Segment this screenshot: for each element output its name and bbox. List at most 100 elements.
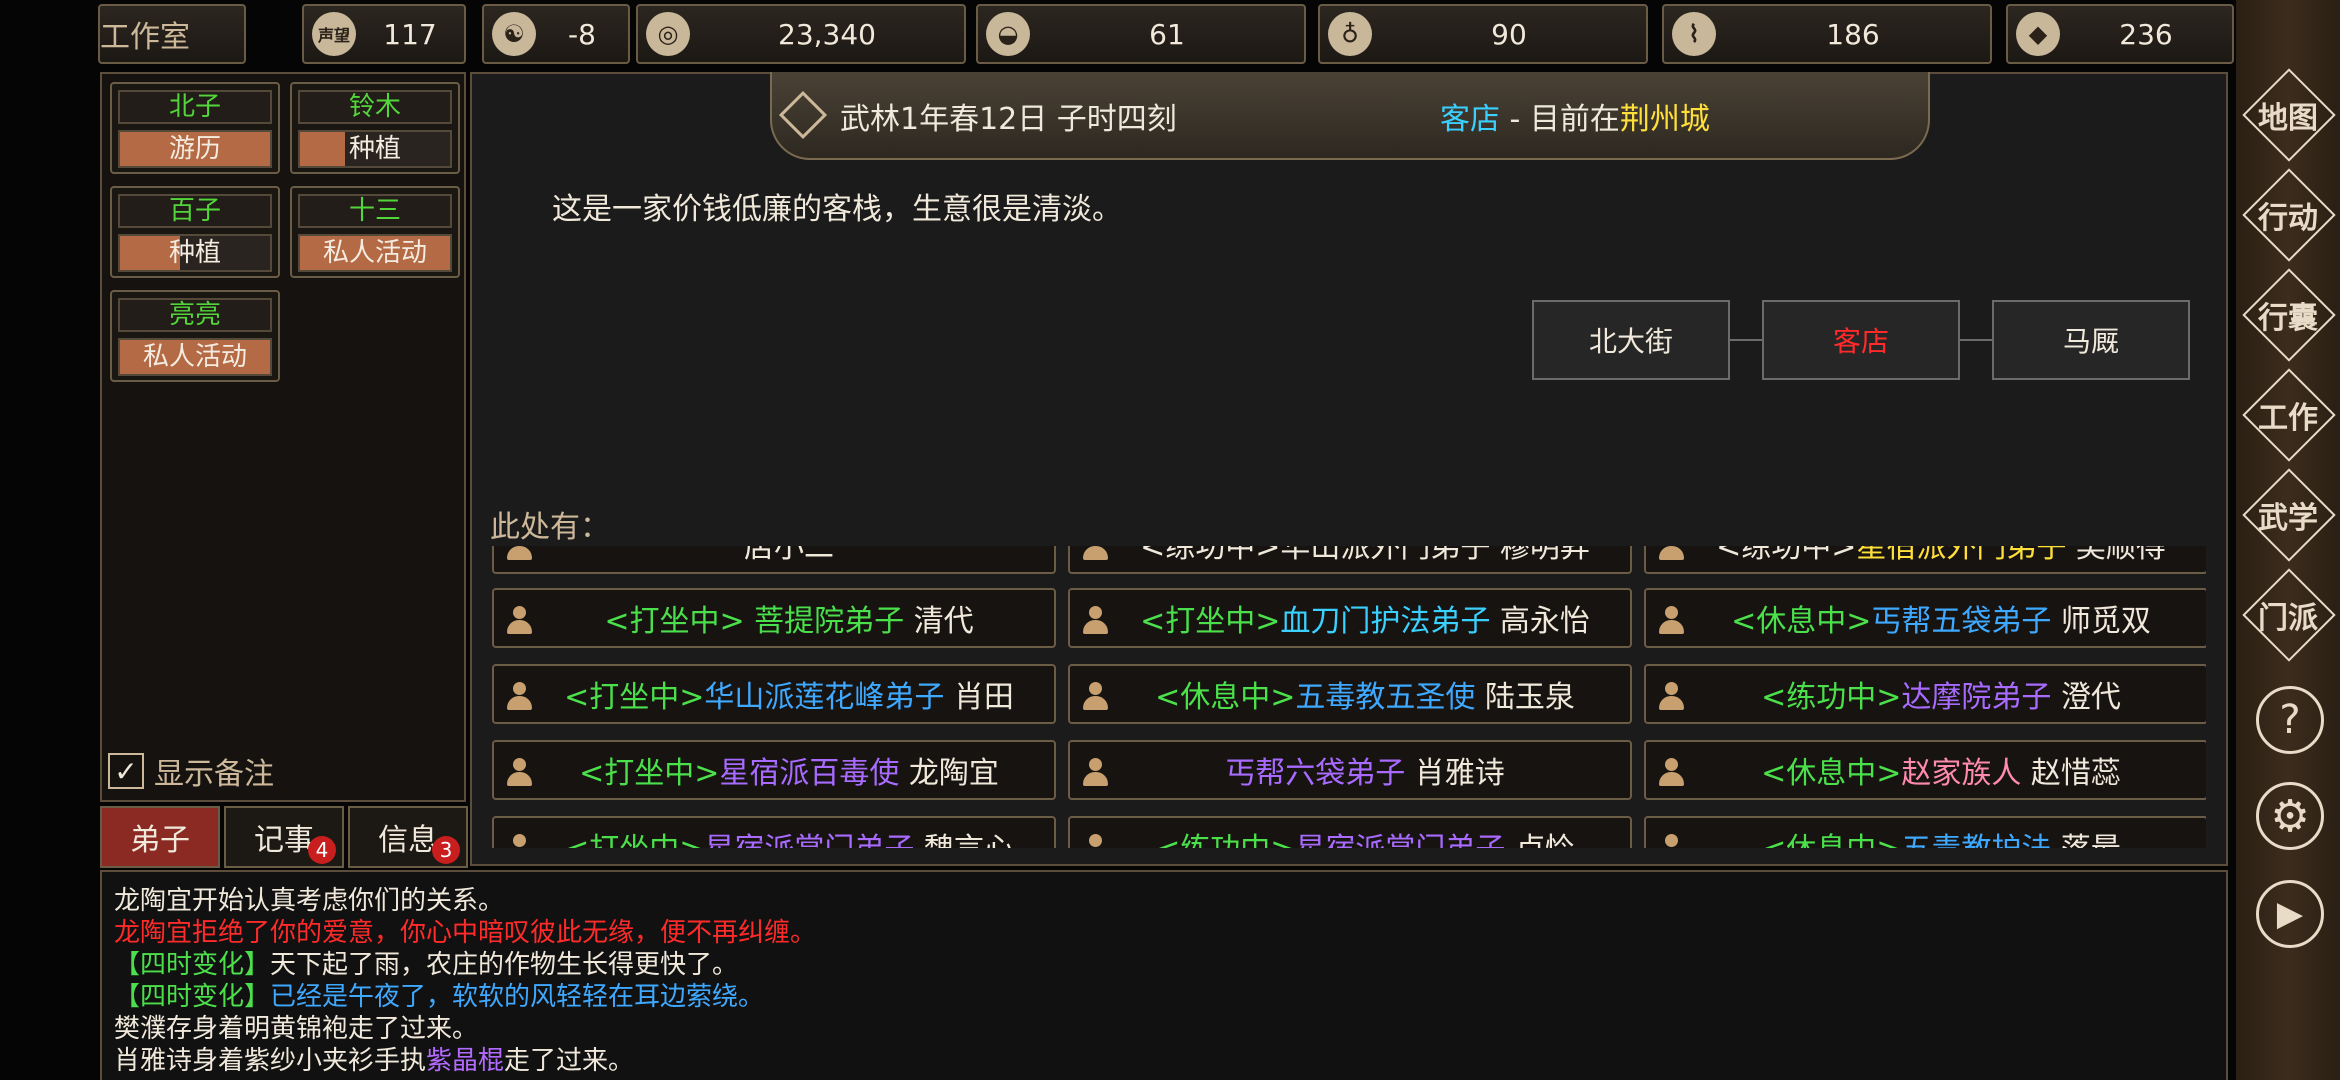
nav-current-inn[interactable]: 客店: [1762, 300, 1960, 380]
npc-entry[interactable]: <休息中>赵家族人 赵惜蕊: [1644, 740, 2206, 800]
stat-prestige[interactable]: 声望 117: [302, 4, 466, 64]
npc-entry[interactable]: <打坐中>华山派莲花峰弟子 肖田: [492, 664, 1056, 724]
npc-name: 赵惜蕊: [2030, 756, 2121, 791]
nav-connector: [1730, 339, 1762, 341]
npc-state: <休息中>: [1761, 832, 1901, 848]
stat-wine[interactable]: ♁ 90: [1318, 4, 1648, 64]
show-remark-toggle[interactable]: ✓ 显示备注: [108, 748, 274, 794]
activity-label: 游历: [168, 134, 221, 164]
npc-state: <打坐中>: [564, 832, 704, 848]
stat-ore[interactable]: ◆ 236: [2006, 4, 2234, 64]
npc-state: <练功中>: [1155, 832, 1295, 848]
person-icon: [1658, 606, 1684, 636]
menu-work[interactable]: 工作: [2242, 368, 2336, 462]
studio-button[interactable]: 工作室: [98, 4, 246, 64]
npc-title: 丐帮五袋弟子: [1871, 604, 2052, 639]
wood-log-icon: ⌇: [1672, 12, 1716, 56]
stat-value: 186: [1826, 17, 1880, 51]
tab-label: 信息: [378, 823, 438, 858]
npc-entry[interactable]: <练功中>星宿派外门弟子 吴顺得: [1644, 546, 2206, 574]
menu-sect[interactable]: 门派: [2242, 568, 2336, 662]
npc-name: 魏言心: [924, 832, 1014, 848]
disciple-card[interactable]: 百子 种植: [110, 186, 280, 278]
person-icon: [506, 606, 532, 636]
npc-state: <练功中>: [1716, 546, 1857, 565]
here-label: 此处有：: [490, 510, 610, 545]
npc-entry[interactable]: <休息中>丐帮五袋弟子 师觅双: [1644, 588, 2206, 648]
disciple-activity: 游历: [118, 130, 272, 168]
npc-state: <练功中>: [1761, 680, 1902, 715]
nav-connector: [1960, 339, 1992, 341]
menu-label: 行囊: [2258, 301, 2318, 336]
location-description: 这是一家价钱低廉的客栈，生意很是清淡。: [552, 192, 1122, 227]
npc-name: 肖田: [953, 680, 1014, 715]
person-icon: [1082, 834, 1108, 848]
person-icon: [1082, 606, 1108, 636]
npc-entry[interactable]: 丐帮六袋弟子 肖雅诗: [1068, 740, 1632, 800]
npc-entry[interactable]: <练功中>星宿派掌门弟子 卢怜: [1068, 816, 1632, 848]
log-item: 紫晶棍: [426, 1046, 505, 1076]
gear-icon[interactable]: ⚙: [2256, 782, 2324, 850]
npc-entry[interactable]: <休息中>五毒教五圣使 陆玉泉: [1068, 664, 1632, 724]
log-line: 肖雅诗身着紫纱小夹衫手执紫晶棍走了过来。: [114, 1040, 634, 1077]
npc-state: <打坐中>: [579, 756, 720, 791]
npc-entry[interactable]: <打坐中> 菩提院弟子 清代: [492, 588, 1056, 648]
npc-entry[interactable]: 店小二: [492, 546, 1056, 574]
disciple-activity: 种植: [298, 130, 452, 168]
tab-messages[interactable]: 信息 3: [348, 806, 468, 868]
npc-list[interactable]: 店小二 <练功中>华山派外门弟子 穆明昇 <练功中>星宿派外门弟子 吴顺得 <打…: [490, 546, 2206, 848]
npc-entry[interactable]: <练功中>华山派外门弟子 穆明昇: [1068, 546, 1632, 574]
stat-value: 117: [383, 17, 437, 51]
disciple-card[interactable]: 北子 游历: [110, 82, 280, 174]
tab-journal[interactable]: 记事 4: [224, 806, 344, 868]
prestige-icon: 声望: [312, 12, 356, 56]
activity-label: 种植: [348, 134, 401, 164]
checkbox-icon[interactable]: ✓: [108, 753, 144, 789]
stat-food[interactable]: ◒ 61: [976, 4, 1306, 64]
npc-entry[interactable]: <打坐中>星宿派掌门弟子 魏言心: [492, 816, 1056, 848]
npc-state: <打坐中>: [604, 604, 745, 639]
nav-north-street[interactable]: 北大街: [1532, 300, 1730, 380]
menu-label: 工作: [2258, 401, 2318, 436]
disciple-card[interactable]: 十三 私人活动: [290, 186, 460, 278]
help-icon[interactable]: ?: [2256, 686, 2324, 754]
menu-map[interactable]: 地图: [2242, 68, 2336, 162]
npc-title: 华山派莲花峰弟子: [704, 680, 945, 715]
gourd-icon: ♁: [1328, 12, 1372, 56]
npc-name: 高永怡: [1499, 604, 1590, 639]
tab-label: 记事: [254, 823, 314, 858]
npc-entry[interactable]: <练功中>达摩院弟子 澄代: [1644, 664, 2206, 724]
activity-label: 私人活动: [142, 342, 247, 372]
npc-entry[interactable]: <打坐中>血刀门护法弟子 高永怡: [1068, 588, 1632, 648]
npc-name: 龙陶宜: [908, 756, 999, 791]
menu-action[interactable]: 行动: [2242, 168, 2336, 262]
separator: -: [1500, 102, 1530, 137]
npc-title: 华山派外门弟子: [1280, 546, 1491, 565]
stat-morality[interactable]: ☯ -8: [482, 4, 630, 64]
disciple-card[interactable]: 亮亮 私人活动: [110, 290, 280, 382]
tab-disciples[interactable]: 弟子: [100, 806, 220, 868]
game-date: 武林1年春12日 子时四刻: [840, 102, 1177, 137]
menu-martial[interactable]: 武学: [2242, 468, 2336, 562]
disciple-activity: 私人活动: [118, 338, 272, 376]
npc-name: 肖雅诗: [1414, 756, 1505, 791]
npc-name: 吴顺得: [2075, 546, 2166, 565]
menu-label: 门派: [2258, 601, 2318, 636]
npc-entry[interactable]: <休息中>五毒教护法 落最: [1644, 816, 2206, 848]
stat-money[interactable]: ◎ 23,340: [636, 4, 966, 64]
stat-wood[interactable]: ⌇ 186: [1662, 4, 1992, 64]
menu-label: 行动: [2258, 201, 2318, 236]
npc-state: <练功中>: [1140, 546, 1281, 565]
npc-label: 店小二: [744, 546, 834, 565]
play-icon[interactable]: ▶: [2256, 880, 2324, 948]
menu-label: 武学: [2258, 501, 2318, 536]
nav-stable[interactable]: 马厩: [1992, 300, 2190, 380]
npc-title: 五毒教护法: [1901, 832, 2051, 848]
person-icon: [506, 834, 532, 848]
menu-bag[interactable]: 行囊: [2242, 268, 2336, 362]
person-icon: [1082, 682, 1108, 712]
disciple-card[interactable]: 铃木 种植: [290, 82, 460, 174]
notification-badge: 4: [308, 836, 336, 864]
npc-entry[interactable]: <打坐中>星宿派百毒使 龙陶宜: [492, 740, 1056, 800]
npc-title: 星宿派外门弟子: [1856, 546, 2067, 565]
